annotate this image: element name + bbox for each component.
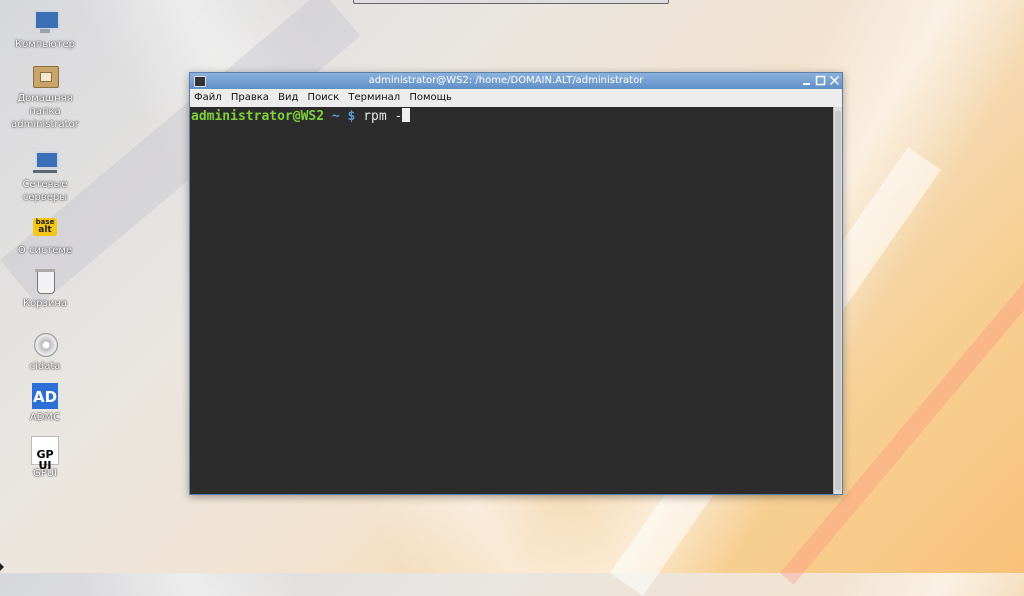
desktop-icon-trash[interactable]: Корзина bbox=[8, 267, 82, 310]
scrollbar-thumb[interactable] bbox=[835, 111, 841, 490]
desktop-icon-label: ADMC bbox=[29, 412, 61, 423]
terminal-scrollbar[interactable] bbox=[833, 107, 842, 494]
computer-icon bbox=[31, 8, 60, 36]
desktop-icon-label: Компьютер bbox=[15, 39, 75, 50]
desktop-icons: Компьютер Домашняя папка administrator С… bbox=[0, 0, 90, 573]
about-badge-main: alt bbox=[38, 225, 52, 235]
network-servers-icon bbox=[31, 148, 59, 176]
command-text: rpm - bbox=[363, 109, 403, 124]
terminal-line: administrator@WS2 ~ $ rpm - bbox=[191, 108, 833, 124]
trash-icon bbox=[31, 267, 59, 295]
window-title: administrator@WS2: /home/DOMAIN.ALT/admi… bbox=[368, 75, 644, 86]
menu-edit[interactable]: Правка bbox=[231, 92, 269, 103]
menu-search[interactable]: Поиск bbox=[308, 92, 340, 103]
gpui-badge: GP UI bbox=[36, 448, 54, 472]
menu-file[interactable]: Файл bbox=[194, 92, 222, 103]
maximize-icon bbox=[815, 75, 826, 86]
terminal-window[interactable]: administrator@WS2: /home/DOMAIN.ALT/admi… bbox=[189, 72, 843, 495]
close-button[interactable] bbox=[829, 75, 840, 86]
desktop-icon-label: О системе bbox=[17, 245, 73, 256]
about-system-icon: base alt bbox=[31, 214, 59, 242]
window-titlebar[interactable]: administrator@WS2: /home/DOMAIN.ALT/admi… bbox=[190, 73, 842, 89]
maximize-button[interactable] bbox=[815, 75, 826, 86]
menu-bar: Файл Правка Вид Поиск Терминал Помощь bbox=[190, 89, 842, 107]
desktop-icon-label: Корзина bbox=[22, 298, 68, 309]
desktop-icon-about[interactable]: base alt О системе bbox=[8, 214, 82, 257]
desktop-icon-computer[interactable]: Компьютер bbox=[8, 8, 82, 51]
gpui-icon: GP UI bbox=[31, 436, 59, 471]
desktop-icon-cidata[interactable]: cidata bbox=[8, 330, 82, 373]
desktop-icon-gpui[interactable]: GP UI GPUI bbox=[8, 436, 82, 480]
text-cursor bbox=[402, 108, 411, 122]
menu-help[interactable]: Помощь bbox=[409, 92, 452, 103]
terminal-output[interactable]: administrator@WS2 ~ $ rpm - bbox=[190, 107, 834, 494]
desktop-icon-label: cidata bbox=[29, 361, 61, 372]
desktop-icon-label: Сетевые серверы bbox=[22, 179, 68, 203]
minimize-icon bbox=[803, 83, 810, 85]
desktop-icon-home[interactable]: Домашняя папка administrator bbox=[8, 62, 82, 131]
disc-icon bbox=[31, 330, 59, 358]
prompt-path: ~ $ bbox=[331, 109, 356, 124]
home-folder-icon bbox=[31, 62, 59, 90]
desktop-icon-network[interactable]: Сетевые серверы bbox=[8, 148, 82, 204]
corner-arrow-icon bbox=[0, 563, 4, 571]
prompt-user: administrator@WS2 bbox=[191, 109, 325, 124]
admc-icon: AD bbox=[32, 383, 58, 409]
top-panel-stub bbox=[353, 0, 669, 4]
admc-badge: AD bbox=[32, 388, 58, 406]
menu-terminal[interactable]: Терминал bbox=[348, 92, 400, 103]
close-icon bbox=[830, 76, 839, 85]
desktop-icon-label: Домашняя папка administrator bbox=[11, 93, 79, 130]
desktop-icon-admc[interactable]: AD ADMC bbox=[8, 383, 82, 424]
menu-view[interactable]: Вид bbox=[278, 92, 298, 103]
minimize-button[interactable] bbox=[801, 75, 812, 86]
